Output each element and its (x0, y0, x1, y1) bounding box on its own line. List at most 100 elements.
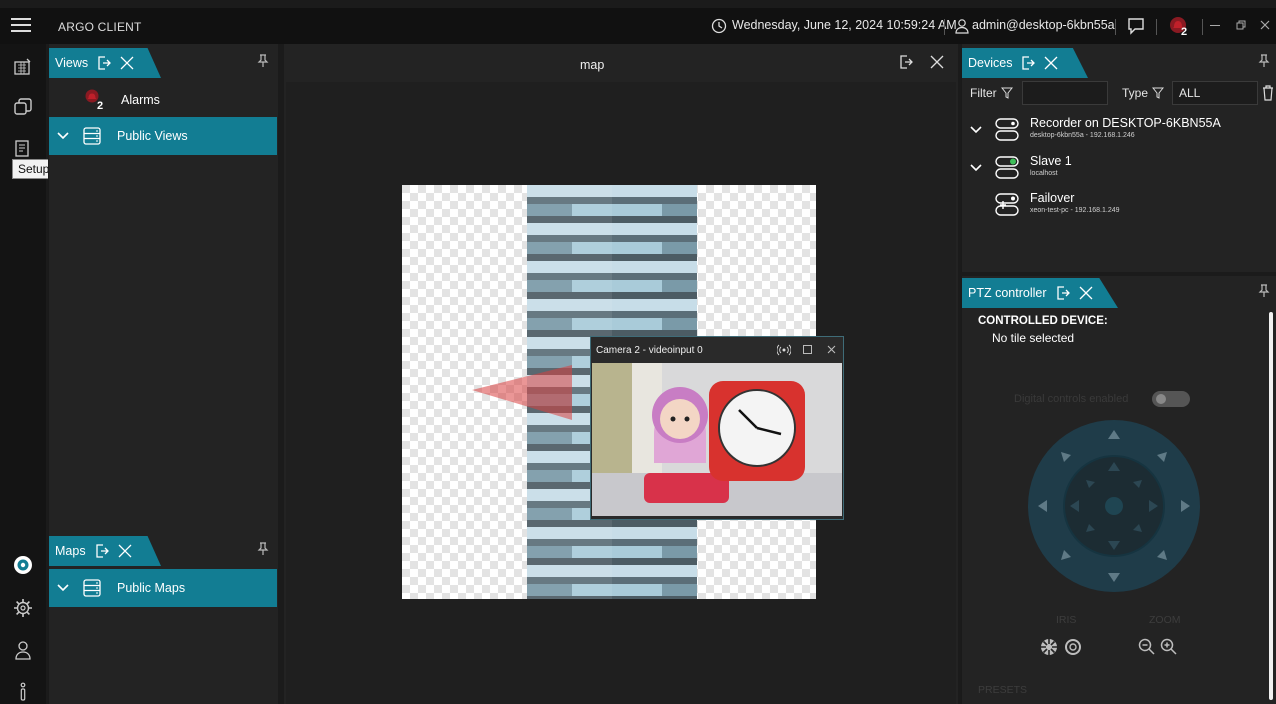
device-name: Recorder on DESKTOP-6KBN55A (1030, 116, 1221, 130)
camera-popup-title: Camera 2 - videoinput 0 (596, 344, 703, 356)
ptz-controller-panel: PTZ controller CONTROLLED DEVICE: No til… (961, 276, 1276, 704)
close-icon[interactable] (1079, 286, 1093, 300)
pin-icon[interactable] (257, 542, 269, 556)
filter-control: Filter (970, 86, 1013, 100)
tree-item-public-maps[interactable]: Public Maps (49, 569, 277, 607)
views-panel: Views 2 Alarms Public Views (48, 44, 278, 532)
scrollbar[interactable] (1269, 312, 1273, 700)
device-name: Slave 1 (1030, 154, 1072, 168)
layers-icon[interactable] (10, 94, 36, 120)
filter-input[interactable] (1022, 81, 1108, 105)
users-icon[interactable] (10, 637, 36, 663)
chevron-down-icon[interactable] (970, 164, 982, 172)
close-icon[interactable] (118, 544, 132, 558)
minimize-icon[interactable] (1210, 25, 1220, 26)
views-tab-label: Views (55, 56, 89, 70)
device-item[interactable]: Failover xeon-test-pc - 192.168.1.249 (970, 191, 1270, 225)
pin-icon[interactable] (1258, 54, 1270, 68)
slave-server-icon (995, 154, 1019, 182)
chat-icon[interactable] (1127, 17, 1145, 35)
hamburger-menu-icon[interactable] (11, 16, 31, 34)
user-icon (954, 18, 970, 34)
controlled-device-label: CONTROLLED DEVICE: (978, 315, 1108, 327)
device-address: localhost (1030, 170, 1058, 177)
device-address: desktop-6kbn55a - 192.168.1.246 (1030, 132, 1135, 139)
server-folder-icon (83, 579, 101, 597)
views-tab[interactable]: Views (49, 48, 161, 78)
alarm-bell-icon: 2 (83, 88, 105, 112)
close-icon[interactable] (120, 56, 134, 70)
close-window-icon[interactable] (1260, 20, 1270, 30)
chevron-down-icon[interactable] (57, 132, 69, 140)
type-label: Type (1122, 86, 1149, 100)
device-address: xeon-test-pc - 192.168.1.249 (1030, 207, 1120, 214)
iris-open-icon[interactable] (1064, 638, 1082, 656)
settings-gear-active-icon[interactable] (10, 552, 36, 578)
device-item[interactable]: Slave 1 localhost (970, 154, 1270, 188)
user-account[interactable]: admin@desktop-6kbn55a (972, 18, 1115, 32)
iris-close-icon[interactable] (1040, 638, 1058, 656)
tree-item-label: Public Maps (117, 581, 186, 595)
map-title: map (580, 58, 605, 72)
alarms-count-badge: 2 (97, 100, 104, 112)
recorder-server-icon (995, 116, 1019, 144)
devices-tab-label: Devices (968, 56, 1013, 70)
alarm-clock (709, 381, 805, 481)
tree-item-label: Alarms (121, 93, 160, 107)
undock-icon[interactable] (1055, 285, 1071, 301)
controlled-device-value: No tile selected (992, 331, 1075, 345)
tree-item-label: Public Views (117, 129, 188, 143)
ptz-tab[interactable]: PTZ controller (962, 278, 1118, 308)
pin-icon[interactable] (257, 54, 269, 68)
restore-icon[interactable] (1236, 20, 1246, 30)
type-select-value: ALL (1179, 86, 1201, 100)
divider (1202, 19, 1203, 35)
info-icon[interactable] (10, 678, 36, 704)
title-bar: ARGO CLIENT Wednesday, June 12, 2024 10:… (0, 8, 1276, 44)
settings-gear-icon[interactable] (10, 595, 36, 621)
maps-panel: Maps Public Maps (48, 532, 278, 704)
map-header: map (284, 48, 958, 80)
pin-icon[interactable] (1258, 284, 1270, 298)
divider (1115, 19, 1116, 35)
maps-tab[interactable]: Maps (49, 536, 161, 566)
divider (1156, 19, 1157, 35)
tree-item-alarms[interactable]: 2 Alarms (83, 88, 160, 112)
ptz-tab-label: PTZ controller (968, 286, 1047, 300)
close-icon[interactable] (1044, 56, 1058, 70)
clock-icon (711, 18, 727, 34)
chevron-down-icon[interactable] (57, 584, 69, 592)
camera-popup[interactable]: Camera 2 - videoinput 0 (590, 336, 844, 520)
zoom-label: ZOOM (1149, 614, 1181, 626)
divider (944, 19, 945, 35)
maximize-icon[interactable] (803, 345, 812, 354)
chevron-down-icon[interactable] (970, 126, 982, 134)
maps-tab-label: Maps (55, 544, 86, 558)
trash-icon[interactable] (1262, 85, 1274, 101)
type-control: Type (1122, 86, 1165, 100)
device-item[interactable]: Recorder on DESKTOP-6KBN55A desktop-6kbn… (970, 116, 1270, 150)
close-icon[interactable] (827, 345, 836, 354)
digital-controls-toggle[interactable] (1152, 391, 1190, 407)
undock-icon[interactable] (94, 543, 110, 559)
ptz-joystick[interactable] (1026, 418, 1202, 594)
broadcast-icon[interactable] (777, 344, 791, 356)
undock-icon[interactable] (1020, 55, 1036, 71)
undock-icon[interactable] (96, 55, 112, 71)
close-icon[interactable] (930, 55, 944, 69)
zoom-in-icon[interactable] (1160, 638, 1178, 656)
alarm-bell-icon[interactable]: 2 (1168, 14, 1192, 38)
datetime-display: Wednesday, June 12, 2024 10:59:24 AM (732, 18, 957, 32)
zoom-out-icon[interactable] (1138, 638, 1156, 656)
map-canvas[interactable]: Camera 2 - videoinput 0 (286, 82, 956, 704)
tree-item-public-views[interactable]: Public Views (49, 117, 277, 155)
iris-label: IRIS (1056, 614, 1077, 626)
undock-icon[interactable] (898, 54, 914, 70)
digital-controls-label: Digital controls enabled (1014, 393, 1129, 405)
live-view-icon[interactable] (10, 54, 36, 80)
type-select[interactable]: ALL (1172, 81, 1258, 105)
device-name: Failover (1030, 191, 1075, 205)
devices-tab[interactable]: Devices (962, 48, 1088, 78)
camera-video-feed[interactable] (592, 363, 842, 516)
filter-funnel-icon (1152, 87, 1165, 99)
